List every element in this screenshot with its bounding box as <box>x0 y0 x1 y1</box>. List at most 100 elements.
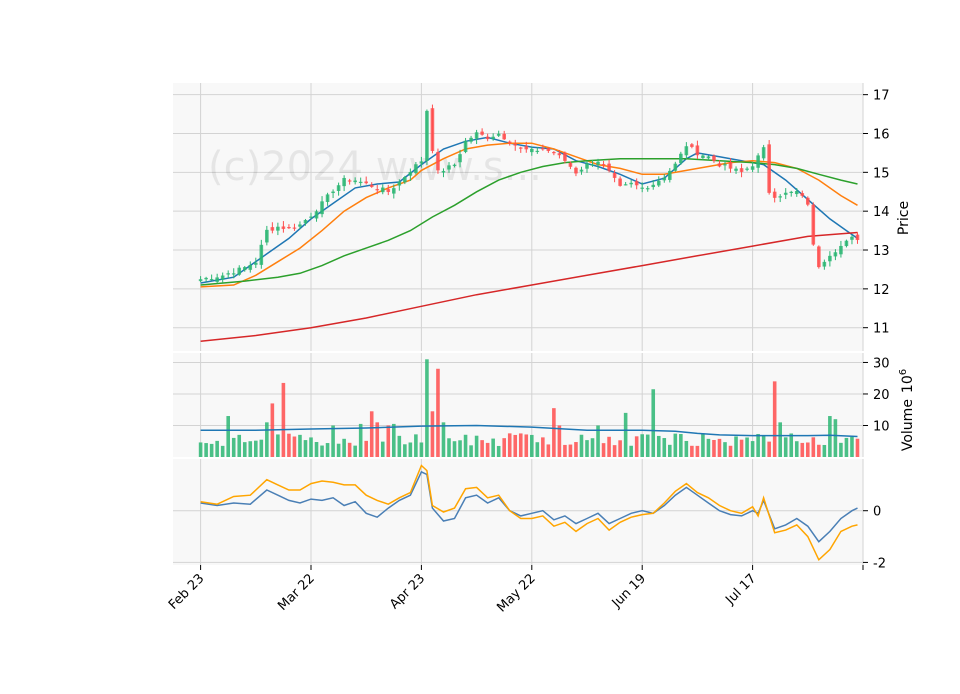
candle-body <box>618 178 622 186</box>
volume-bar <box>585 440 589 457</box>
candle-body <box>723 164 727 166</box>
candle-body <box>441 170 446 173</box>
volume-bar <box>386 425 391 457</box>
candle-body <box>325 194 330 203</box>
candle-body <box>496 133 501 136</box>
volume-bar <box>828 416 832 457</box>
volume-bar <box>728 445 733 457</box>
volume-bar <box>651 389 656 457</box>
volume-bar <box>701 433 705 457</box>
volume-bar <box>552 408 556 457</box>
volume-bar <box>480 440 484 457</box>
candle-body <box>287 226 291 229</box>
candle-body <box>513 143 518 146</box>
volume-bar <box>679 434 683 457</box>
candle-body <box>629 182 633 185</box>
volume-bar <box>634 436 639 457</box>
volume-bar <box>436 368 440 457</box>
volume-bar <box>833 419 838 457</box>
candle-body <box>303 219 308 224</box>
candle-body <box>309 216 313 218</box>
x-tick-label: Feb 23 <box>166 571 208 613</box>
candle-body <box>281 226 286 229</box>
volume-bar <box>209 443 214 457</box>
candle-body <box>679 153 683 163</box>
candle-body <box>386 189 391 193</box>
candle-body <box>254 262 258 265</box>
candle-body <box>452 164 457 167</box>
volume-bar <box>535 442 540 457</box>
candle-body <box>706 156 711 159</box>
candle-body <box>358 181 363 184</box>
candle-body <box>320 201 324 215</box>
volume-tick-label: 10 <box>873 419 890 434</box>
volume-bar <box>419 442 424 457</box>
candle-body <box>447 165 451 170</box>
price-axis-label: Price <box>896 201 912 235</box>
volume-bar <box>397 435 402 457</box>
volume-bar <box>325 443 330 457</box>
volume-bar <box>452 441 457 457</box>
candle-body <box>231 273 236 275</box>
volume-bar <box>673 433 678 457</box>
candle-body <box>298 224 302 227</box>
volume-bar <box>215 440 219 457</box>
volume-bar <box>530 434 534 457</box>
candle-body <box>684 146 689 156</box>
candle-body <box>828 255 832 262</box>
candle-body <box>596 161 600 165</box>
volume-bar <box>723 442 727 457</box>
volume-bar <box>579 434 584 457</box>
volume-bar <box>403 444 407 457</box>
x-tick-label: Mar 22 <box>275 571 318 614</box>
candle-body <box>800 193 805 196</box>
price-tick-label: 13 <box>873 244 890 259</box>
candle-body <box>695 145 700 156</box>
candle-body <box>728 161 733 169</box>
candle-body <box>817 246 821 268</box>
candle-body <box>237 267 242 275</box>
candle-body <box>640 187 644 189</box>
volume-bar <box>198 442 203 457</box>
price-tick-label: 15 <box>873 166 890 181</box>
candle-body <box>380 187 385 193</box>
volume-bar <box>794 441 799 457</box>
candle-body <box>458 154 462 163</box>
volume-bar <box>220 445 225 457</box>
candle-body <box>789 191 794 194</box>
candle-body <box>485 136 490 140</box>
candle-body <box>226 273 230 275</box>
volume-bar <box>783 437 788 457</box>
price-tick-label: 17 <box>873 89 890 104</box>
candle-body <box>651 184 656 188</box>
volume-bar <box>507 433 512 457</box>
candle-body <box>750 166 755 170</box>
candle-body <box>585 163 589 169</box>
price-tick-label: 14 <box>873 205 890 220</box>
volume-bar <box>347 442 352 457</box>
volume-bar <box>254 440 258 457</box>
volume-bar <box>656 435 661 457</box>
candle-body <box>761 147 766 159</box>
stock-chart: (c)2024 www.s... Feb 23 Mar 22 Apr 23 May 2… <box>0 0 960 690</box>
x-tick-label: Jul 17 <box>722 571 759 608</box>
candle-body <box>701 155 705 159</box>
candle-body <box>507 141 512 144</box>
candle-body <box>794 191 799 195</box>
volume-bar <box>336 443 341 457</box>
volume-bar <box>546 444 551 457</box>
candle-body <box>717 163 722 167</box>
volume-bar <box>502 438 506 457</box>
candle-body <box>855 234 860 241</box>
volume-bar <box>690 445 694 457</box>
candle-body <box>414 164 418 173</box>
candle-body <box>242 267 247 271</box>
candle-body <box>546 148 551 151</box>
candle-body <box>645 188 650 190</box>
price-panel-bg <box>173 83 863 351</box>
candle-body <box>392 188 396 194</box>
macd-tick-label: 0 <box>873 505 881 520</box>
volume-bar <box>513 434 518 457</box>
candle-body <box>745 168 749 170</box>
candle-body <box>739 168 744 172</box>
